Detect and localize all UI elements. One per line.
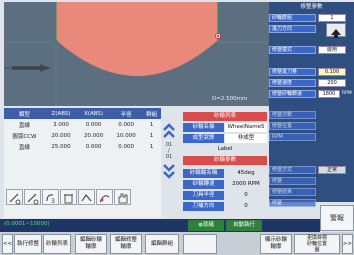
- warning-label: 警報: [330, 214, 344, 222]
- auto-run-indicator: 自動執行: [226, 220, 262, 231]
- dress-param-title: 修整參數: [300, 4, 323, 10]
- dress-label-12: 修整: [269, 199, 316, 207]
- shape-value[interactable]: 非成型: [225, 134, 267, 143]
- table-row[interactable]: 直線 25.000 0.000 0.000 1: [4, 141, 161, 152]
- dress-label-6: 修整次數: [269, 111, 316, 119]
- rotate-icon: 3: [46, 194, 55, 205]
- ready-indicator: ●就緒: [188, 220, 224, 231]
- detail-value-1: 2000 RPM: [232, 181, 260, 187]
- col-group: 群組: [142, 108, 161, 119]
- pointer-icon: [99, 195, 110, 203]
- detail-label-0: 砂輪輪名稱: [183, 169, 224, 178]
- dress-label-5: 修整砂輪轉速: [269, 90, 316, 98]
- edit-dress-profile-button[interactable]: 編輯修整 輪廓: [110, 234, 142, 254]
- dress-label-2: 修整模式: [269, 46, 316, 54]
- detail-label-3: 刀補方向: [183, 202, 224, 211]
- dress-label-11: 修整結束: [269, 188, 316, 196]
- label-text: Label: [217, 146, 233, 152]
- pointer-button[interactable]: [96, 189, 113, 205]
- table-row[interactable]: 直線 3.000 0.000 0.000 1: [4, 119, 161, 130]
- profile-drawing: D=2.500mm: [4, 2, 269, 106]
- range-text: (0.0001~10000): [4, 221, 50, 227]
- dress-value-3[interactable]: 0.100: [318, 68, 346, 76]
- col-type: 類型: [4, 108, 45, 119]
- edit-point-button[interactable]: [24, 189, 41, 205]
- delete-button[interactable]: [60, 189, 77, 205]
- dress-unit-5: RPM: [342, 91, 352, 96]
- chevron-down-icon: [163, 164, 175, 179]
- svg-text:3: 3: [51, 198, 55, 205]
- wheel-name-label: 砂輪名稱: [183, 123, 224, 132]
- feed-direction-button[interactable]: [326, 23, 346, 38]
- dress-label-8: RPM: [269, 133, 316, 141]
- convert-icon: [81, 194, 92, 202]
- wheel-param-title: 砂輪參數: [183, 156, 267, 165]
- col-z: Z(ABS): [44, 108, 78, 119]
- profile-canvas[interactable]: D=2.500mm: [4, 2, 269, 106]
- warning-panel[interactable]: 警報: [320, 205, 354, 231]
- table-row[interactable]: 圓弧CCW 20.000 20.000 10.000 1: [4, 130, 161, 141]
- dress-label-4: 修整速度: [269, 79, 316, 87]
- rotate-button[interactable]: 3: [42, 189, 59, 205]
- empty-button[interactable]: [183, 234, 217, 254]
- show-wheel-profile-button[interactable]: 顯示砂輪 輪廓: [260, 234, 292, 254]
- hand-button[interactable]: [114, 189, 131, 205]
- scroll-up-button[interactable]: [162, 122, 176, 140]
- edit-wheel-profile-button[interactable]: 編輯砂輪 輪廓: [75, 234, 107, 254]
- dress-value-5[interactable]: 1800: [318, 90, 340, 98]
- arrow-up-icon: [331, 29, 341, 38]
- page-indicator: 01 / 01: [165, 142, 173, 160]
- dress-label-1: 進刀方向: [269, 25, 316, 33]
- dress-label-9: 修整方式: [269, 166, 316, 174]
- chevron-up-icon: [163, 123, 175, 138]
- detail-label-2: 刀具半徑: [183, 191, 224, 200]
- add-icon: [9, 193, 21, 205]
- col-x: X(ABS): [77, 108, 110, 119]
- detail-label-1: 砂輪轉速: [183, 180, 224, 189]
- delete-icon: [64, 194, 73, 204]
- edit-icon: [27, 193, 39, 205]
- detail-value-3: 0: [244, 203, 248, 209]
- dress-label-10: 修整: [269, 177, 316, 185]
- run-dress-button[interactable]: 執行修整: [14, 234, 42, 254]
- dress-value-9[interactable]: 正常: [318, 166, 346, 174]
- wheel-list-title: 砂輪列表: [183, 112, 267, 121]
- wheel-name-value[interactable]: WheelName5: [225, 123, 267, 132]
- prev-page-button[interactable]: <<: [2, 234, 13, 254]
- change-target-button[interactable]: 更換目標 砂輪位置 圖: [294, 234, 340, 254]
- dress-value-4[interactable]: 200: [318, 79, 346, 87]
- dress-value-0[interactable]: 1: [318, 14, 346, 22]
- add-point-button[interactable]: [6, 189, 23, 205]
- dress-label-3: 修整進刀量: [269, 68, 316, 76]
- dress-value-2[interactable]: 啟用: [318, 46, 346, 54]
- hand-icon: [118, 193, 128, 204]
- wheel-profile-top: [56, 2, 218, 40]
- next-page-button[interactable]: >>: [342, 234, 353, 254]
- dress-label-0: 砂輪群組: [269, 14, 316, 22]
- dimension-label: D=2.500mm: [212, 96, 247, 102]
- scroll-down-button[interactable]: [162, 162, 176, 180]
- col-radius: 半徑: [109, 108, 143, 119]
- dress-label-7: 修整位置: [269, 122, 316, 130]
- convert-button[interactable]: [78, 189, 95, 205]
- shape-label: 成型狀態: [183, 134, 224, 143]
- edit-group-button[interactable]: 編輯群組: [145, 234, 179, 254]
- wheel-list-button[interactable]: 砂輪列表: [43, 234, 71, 254]
- detail-value-0: 45deg: [237, 170, 255, 176]
- detail-value-2: 0: [244, 192, 248, 198]
- table-header: 類型 Z(ABS) X(ABS) 半徑 群組: [4, 108, 161, 119]
